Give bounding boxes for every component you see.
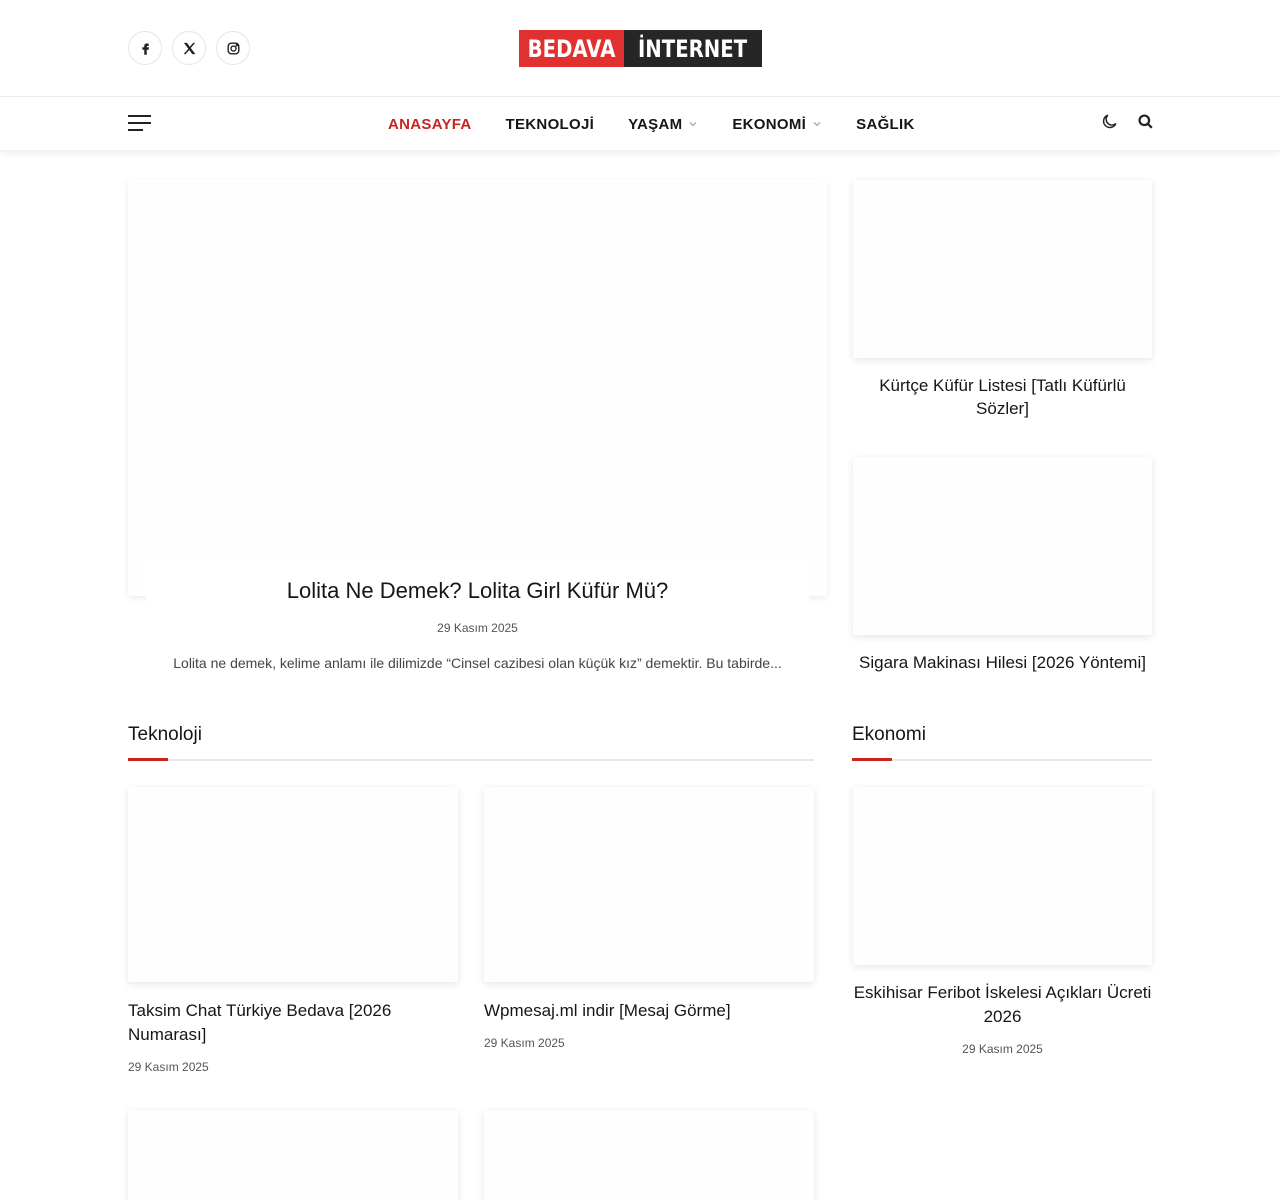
site-logo[interactable]: BEDAVA İNTERNET bbox=[519, 30, 762, 67]
featured-post-excerpt: Lolita ne demek, kelime anlamı ile dilim… bbox=[173, 655, 782, 671]
instagram-icon bbox=[227, 42, 239, 54]
section-heading-teknoloji[interactable]: Teknoloji bbox=[128, 724, 202, 746]
nav-item-label: TEKNOLOJİ bbox=[505, 115, 595, 133]
nav-item-teknoloji[interactable]: TEKNOLOJİ bbox=[489, 116, 612, 133]
featured-post-image[interactable] bbox=[128, 180, 827, 596]
chevron-down-icon bbox=[689, 122, 697, 127]
side-post-image[interactable] bbox=[853, 457, 1152, 635]
nav-item-saglik[interactable]: SAĞLIK bbox=[839, 116, 931, 133]
logo-text-2: İNTERNET bbox=[638, 34, 748, 63]
post-card-date: 29 Kasım 2025 bbox=[484, 1036, 565, 1050]
post-card-image[interactable] bbox=[484, 787, 814, 982]
nav-item-label: SAĞLIK bbox=[856, 115, 915, 133]
logo-part-2: İNTERNET bbox=[624, 30, 762, 67]
post-card-date: 29 Kasım 2025 bbox=[128, 1060, 209, 1074]
side-post-title[interactable]: Kürtçe Küfür Listesi [Tatlı Küfürlü Sözl… bbox=[853, 374, 1152, 420]
nav-item-ekonomi[interactable]: EKONOMİ bbox=[715, 116, 839, 133]
section-accent bbox=[852, 758, 892, 761]
post-card-title[interactable]: Taksim Chat Türkiye Bedava [2026 Numaras… bbox=[128, 999, 458, 1047]
section-divider bbox=[128, 759, 814, 761]
nav-tools bbox=[1100, 112, 1155, 131]
nav-item-label: EKONOMİ bbox=[732, 115, 807, 133]
post-card-image[interactable] bbox=[853, 787, 1152, 965]
post-card-image[interactable] bbox=[128, 1110, 458, 1200]
post-card-image[interactable] bbox=[128, 787, 458, 982]
x-icon bbox=[183, 42, 195, 54]
post-card-title[interactable]: Wpmesaj.ml indir [Mesaj Görme] bbox=[484, 999, 814, 1023]
post-card-image[interactable] bbox=[484, 1110, 814, 1200]
section-accent bbox=[128, 758, 168, 761]
logo-text-1: BEDAVA bbox=[527, 34, 616, 63]
main-navigation: ANASAYFA TEKNOLOJİ YAŞAM EKONOMİ SAĞLIK bbox=[0, 97, 1280, 151]
nav-item-yasam[interactable]: YAŞAM bbox=[611, 116, 715, 133]
post-card-date: 29 Kasım 2025 bbox=[962, 1042, 1043, 1056]
facebook-link[interactable] bbox=[128, 31, 162, 65]
x-link[interactable] bbox=[172, 31, 206, 65]
section-heading-ekonomi[interactable]: Ekonomi bbox=[852, 724, 926, 746]
logo-part-1: BEDAVA bbox=[519, 30, 624, 67]
chevron-down-icon bbox=[813, 122, 821, 127]
featured-post-date: 29 Kasım 2025 bbox=[437, 621, 518, 635]
side-post-image[interactable] bbox=[853, 180, 1152, 358]
nav-item-label: ANASAYFA bbox=[388, 115, 472, 133]
section-divider bbox=[852, 759, 1152, 761]
moon-icon[interactable] bbox=[1100, 112, 1119, 131]
site-header: BEDAVA İNTERNET bbox=[0, 0, 1280, 97]
social-links bbox=[128, 31, 250, 65]
menu-icon[interactable] bbox=[128, 115, 151, 133]
instagram-link[interactable] bbox=[216, 31, 250, 65]
featured-post-title[interactable]: Lolita Ne Demek? Lolita Girl Küfür Mü? bbox=[146, 578, 809, 604]
side-post-title[interactable]: Sigara Makinası Hilesi [2026 Yöntemi] bbox=[853, 651, 1152, 674]
nav-item-anasayfa[interactable]: ANASAYFA bbox=[371, 116, 489, 133]
post-card-title[interactable]: Eskihisar Feribot İskelesi Açıkları Ücre… bbox=[853, 981, 1152, 1029]
search-icon[interactable] bbox=[1136, 112, 1155, 131]
nav-item-label: YAŞAM bbox=[628, 115, 683, 133]
facebook-icon bbox=[141, 43, 149, 55]
nav-menu: ANASAYFA TEKNOLOJİ YAŞAM EKONOMİ SAĞLIK bbox=[371, 97, 932, 151]
